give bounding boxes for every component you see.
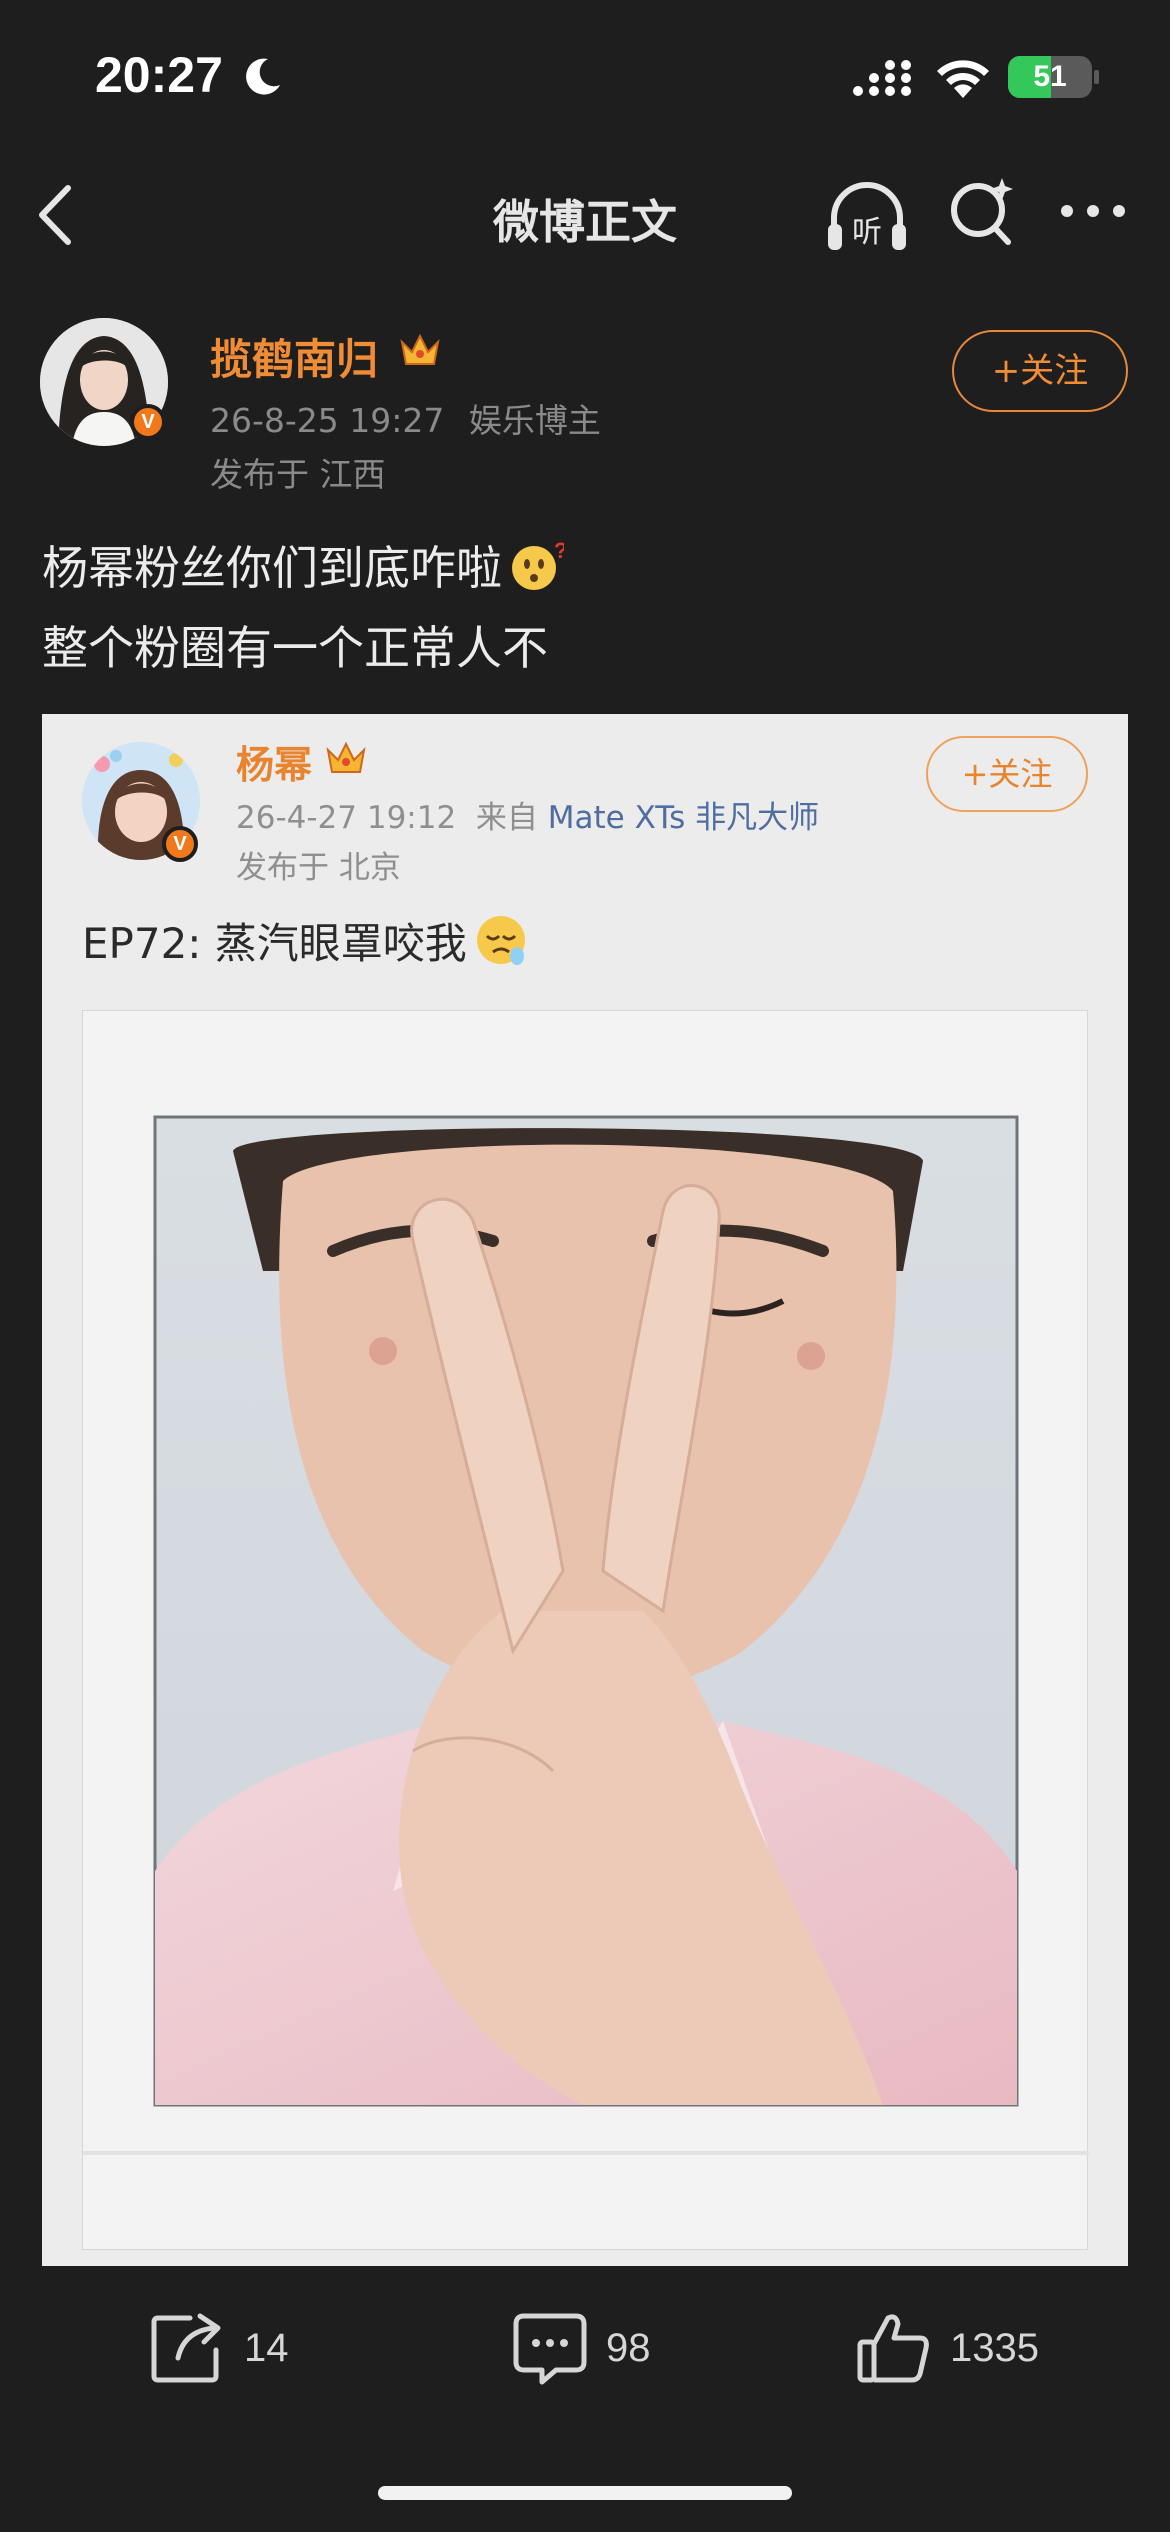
battery-indicator: 51 [1008, 56, 1092, 98]
post-text-line-2: 整个粉圈有一个正常人不 [42, 621, 548, 675]
home-indicator[interactable] [378, 2486, 792, 2500]
post-location: 发布于 江西 [210, 455, 386, 494]
embed-author-name: 杨幂 [236, 743, 313, 787]
post-text-line-1: 杨幂粉丝你们到底咋啦 ? [42, 528, 1122, 608]
status-bar: 20:27 51 [0, 0, 1170, 150]
repost-count: 14 [244, 2326, 289, 2370]
like-button[interactable]: 1335 [856, 2310, 1056, 2390]
author-name[interactable]: 揽鹤南归 [210, 326, 378, 387]
embedded-post-screenshot[interactable]: V 杨幂 26-4-27 19:12 来自 Mate XTs 非凡大师 发布于 … [42, 714, 1128, 2266]
wifi-icon [937, 60, 989, 98]
embed-verified-badge-icon: V [162, 826, 198, 862]
search-icon[interactable] [946, 174, 1018, 250]
embed-post-location: 发布于 北京 [236, 850, 401, 886]
svg-text:?: ? [554, 538, 564, 563]
repost-button[interactable]: 14 [150, 2310, 310, 2390]
embed-post-date: 26-4-27 19:12 [236, 800, 457, 836]
comment-button[interactable]: 98 [512, 2310, 672, 2390]
embed-post-photo [82, 1010, 1089, 2250]
nav-bar: 微博正文 听 [0, 150, 1170, 280]
embed-source-prefix: 来自 [475, 800, 538, 836]
crown-badge-icon [400, 333, 440, 365]
thumbs-up-icon [857, 2314, 929, 2383]
surprised-face-emoji-icon: ? [512, 538, 564, 590]
battery-level: 51 [1033, 60, 1067, 93]
embed-crown-badge-icon [326, 741, 366, 773]
comment-icon [513, 2313, 587, 2385]
like-count: 1335 [950, 2326, 1039, 2370]
embed-follow-button: +关注 [926, 736, 1088, 812]
post-date: 26-8-25 19:27 [210, 401, 445, 440]
status-time: 20:27 [95, 47, 223, 103]
listen-label: 听 [852, 215, 882, 250]
comment-count: 98 [606, 2326, 651, 2370]
battery-tip [1094, 70, 1099, 84]
cellular-signal-icon [853, 60, 911, 96]
verified-badge-icon: V [130, 404, 166, 440]
moon-icon [246, 58, 280, 95]
embed-device: Mate XTs 非凡大师 [547, 800, 820, 836]
post-body: 杨幂粉丝你们到底咋啦 ? 整个粉圈有一个正常人不 [42, 528, 1122, 688]
more-options-icon[interactable] [1058, 196, 1128, 226]
follow-button[interactable]: +关注 [952, 330, 1128, 412]
share-icon [151, 2313, 221, 2383]
embed-post-text: EP72: 蒸汽眼罩咬我 [82, 910, 529, 971]
post-meta: 26-8-25 19:27 娱乐博主 [210, 394, 615, 442]
sleepy-face-emoji-icon [476, 916, 525, 965]
author-tag: 娱乐博主 [468, 401, 601, 440]
portrait-photo [83, 1115, 1089, 2155]
headphones-listen-icon[interactable]: 听 [824, 174, 910, 256]
embed-post-meta: 26-4-27 19:12 来自 Mate XTs 非凡大师 [236, 792, 819, 837]
